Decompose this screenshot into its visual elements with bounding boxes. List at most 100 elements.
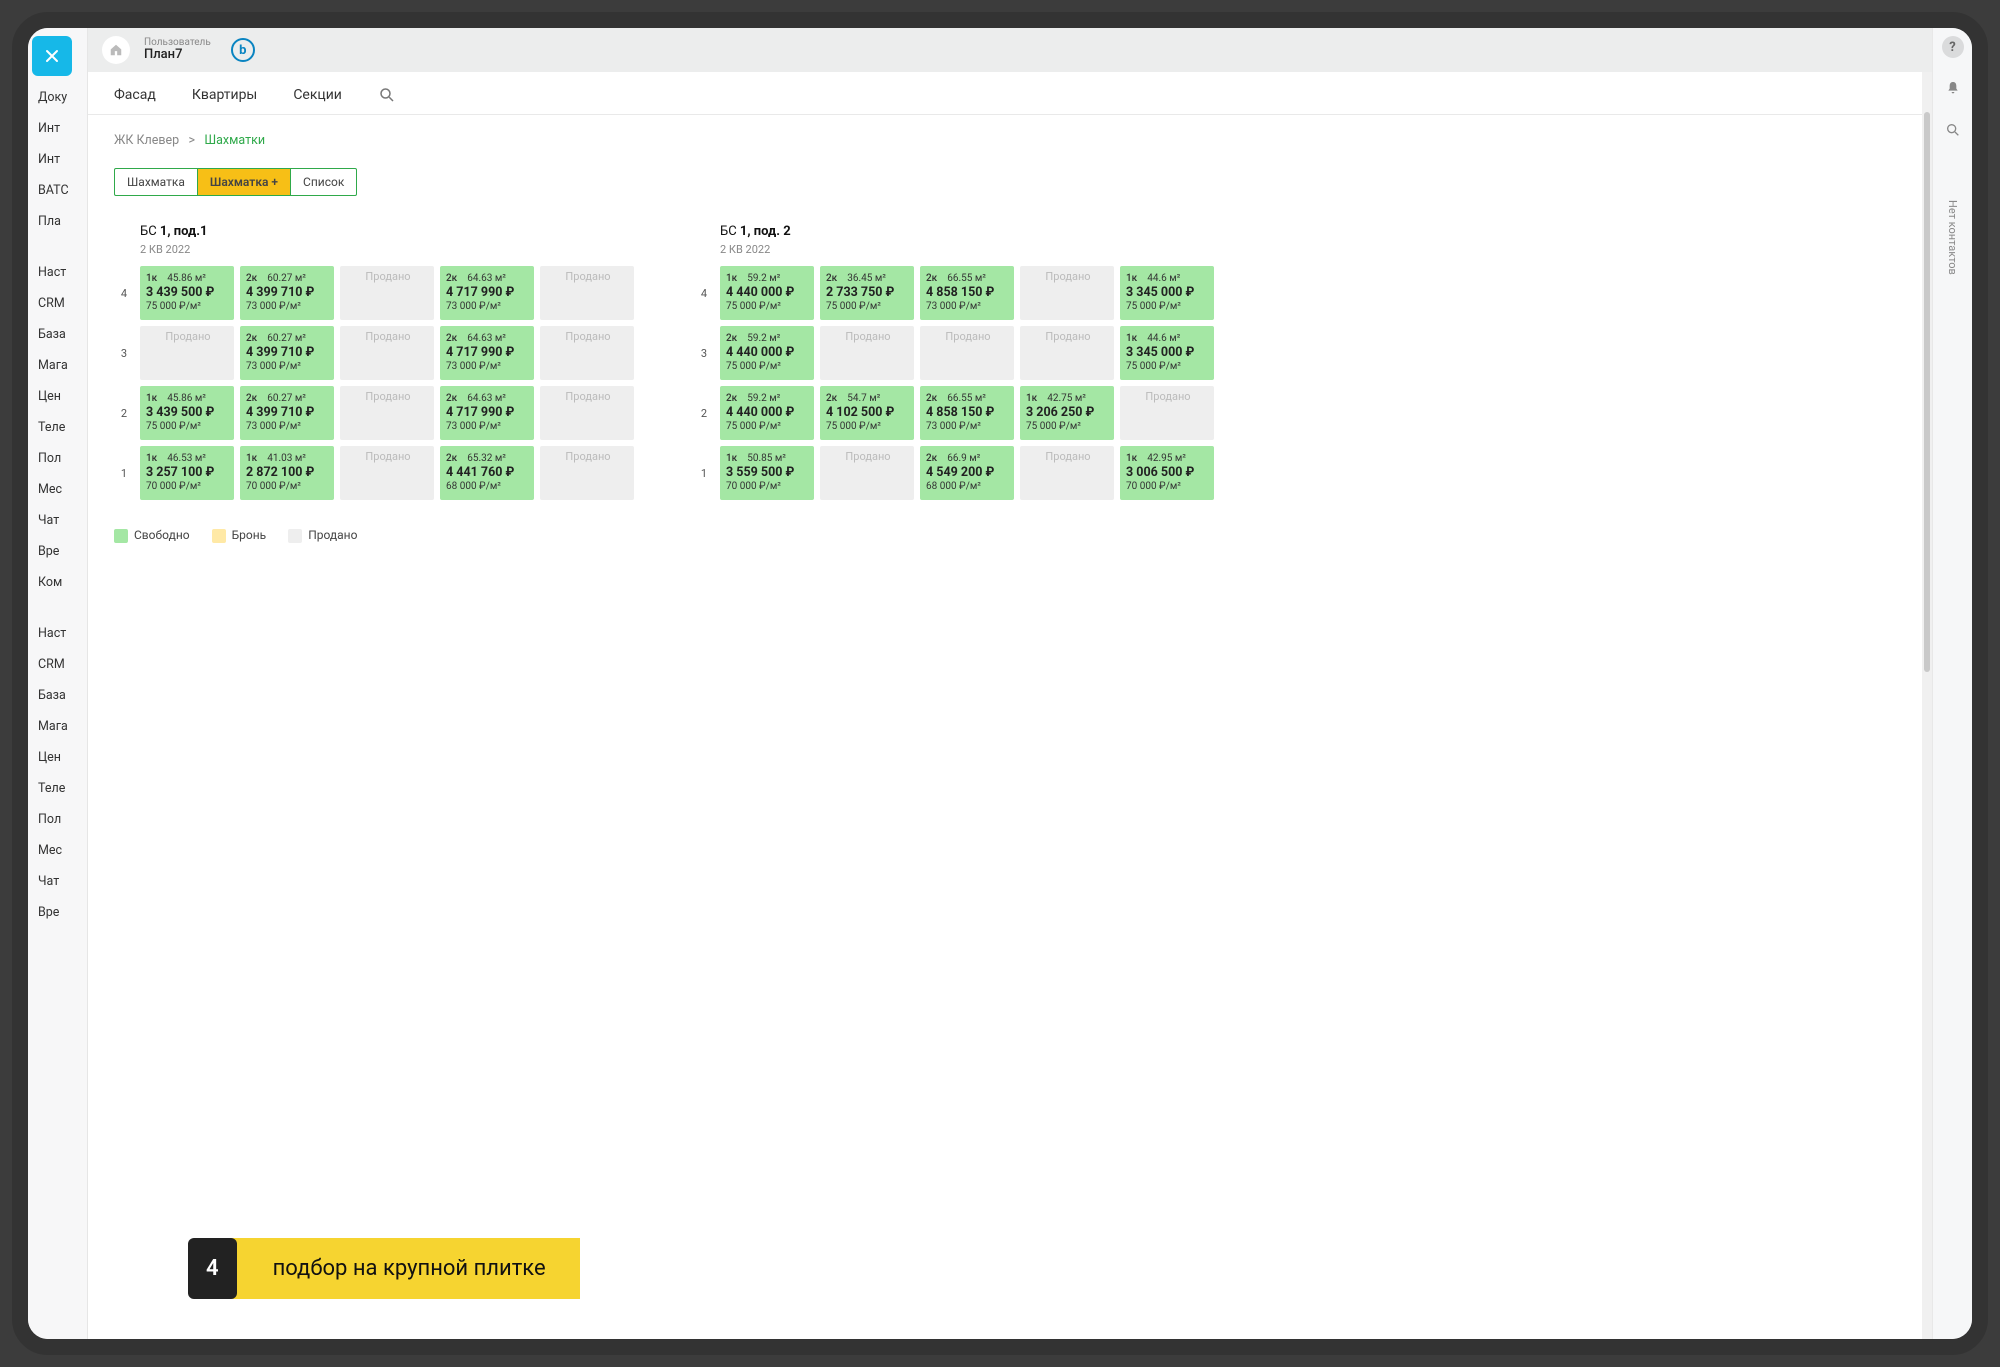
legend-free-swatch <box>114 529 128 543</box>
unit-cell[interactable]: 1к59.2 м²4 440 000 ₽75 000 ₽/м² <box>720 266 814 320</box>
sidebar-item[interactable]: Вре <box>28 536 87 567</box>
unit-cell[interactable]: Продано <box>1120 386 1214 440</box>
unit-cell[interactable]: Продано <box>540 386 634 440</box>
help-icon[interactable]: ? <box>1942 36 1964 58</box>
unit-cell[interactable]: 2к59.2 м²4 440 000 ₽75 000 ₽/м² <box>720 326 814 380</box>
unit-cell[interactable]: 2к36.45 м²2 733 750 ₽75 000 ₽/м² <box>820 266 914 320</box>
unit-cell[interactable]: 2к65.32 м²4 441 760 ₽68 000 ₽/м² <box>440 446 534 500</box>
unit-cell[interactable]: 1к46.53 м²3 257 100 ₽70 000 ₽/м² <box>140 446 234 500</box>
unit-cell[interactable]: 1к44.6 м²3 345 000 ₽75 000 ₽/м² <box>1120 326 1214 380</box>
search-icon[interactable] <box>378 86 396 104</box>
sidebar-item[interactable]: Наст <box>28 618 87 649</box>
sidebar-item[interactable]: Мага <box>28 711 87 742</box>
unit-cell[interactable]: 1к44.6 м²3 345 000 ₽75 000 ₽/м² <box>1120 266 1214 320</box>
sidebar-item[interactable]: Мес <box>28 474 87 505</box>
tab-sections[interactable]: Секции <box>293 87 342 103</box>
sidebar-item[interactable]: Пла <box>28 206 87 237</box>
unit-cell[interactable]: Продано <box>820 326 914 380</box>
sidebar-item[interactable]: Доку <box>28 82 87 113</box>
sidebar-item[interactable]: CRM <box>28 649 87 680</box>
sidebar-item[interactable]: Вре <box>28 897 87 928</box>
unit-cell[interactable]: Продано <box>340 326 434 380</box>
tabs-bar: Фасад Квартиры Секции <box>88 72 1932 115</box>
unit-cell[interactable]: 2к64.63 м²4 717 990 ₽73 000 ₽/м² <box>440 326 534 380</box>
sidebar-item[interactable]: Чат <box>28 866 87 897</box>
sidebar-item[interactable]: Пол <box>28 443 87 474</box>
annotation-text: подбор на крупной плитке <box>231 1238 580 1299</box>
sidebar-item[interactable]: Теле <box>28 412 87 443</box>
unit-cell[interactable]: Продано <box>340 446 434 500</box>
unit-cell[interactable]: Продано <box>920 326 1014 380</box>
sidebar-item[interactable]: CRM <box>28 288 87 319</box>
no-contacts-label: Нет контактов <box>1946 200 1959 275</box>
sidebar-item[interactable]: Мага <box>28 350 87 381</box>
unit-cell[interactable]: 2к66.9 м²4 549 200 ₽68 000 ₽/м² <box>920 446 1014 500</box>
unit-cell[interactable]: Продано <box>340 266 434 320</box>
unit-cell[interactable]: 1к42.75 м²3 206 250 ₽75 000 ₽/м² <box>1020 386 1114 440</box>
unit-cell[interactable]: 2к54.7 м²4 102 500 ₽75 000 ₽/м² <box>820 386 914 440</box>
breadcrumb-root[interactable]: ЖК Клевер <box>114 133 179 148</box>
sidebar-item[interactable]: Наст <box>28 257 87 288</box>
view-mode-option[interactable]: Список <box>290 169 356 195</box>
sidebar-item[interactable]: Цен <box>28 381 87 412</box>
sidebar-item[interactable]: База <box>28 680 87 711</box>
sidebar-item[interactable]: База <box>28 319 87 350</box>
unit-cell[interactable]: 2к66.55 м²4 858 150 ₽73 000 ₽/м² <box>920 266 1014 320</box>
unit-cell[interactable]: Продано <box>820 446 914 500</box>
unit-cell[interactable]: Продано <box>540 446 634 500</box>
unit-cell[interactable]: 2к60.27 м²4 399 710 ₽73 000 ₽/м² <box>240 326 334 380</box>
home-icon[interactable] <box>102 36 130 64</box>
sidebar-item[interactable]: Цен <box>28 742 87 773</box>
sidebar: ДокуИнтИнтBATCПлаНастCRMБазаМагаЦенТелеП… <box>28 28 88 1339</box>
annotation-number: 4 <box>188 1238 237 1299</box>
sidebar-item[interactable]: BATC <box>28 175 87 206</box>
unit-cell[interactable]: 1к45.86 м²3 439 500 ₽75 000 ₽/м² <box>140 266 234 320</box>
close-button[interactable] <box>32 36 72 76</box>
breadcrumb: ЖК Клевер > Шахматки <box>88 115 1932 154</box>
annotation-callout: 4 подбор на крупной плитке <box>188 1238 580 1299</box>
sidebar-item[interactable]: Инт <box>28 113 87 144</box>
legend-reserved-swatch <box>212 529 226 543</box>
floor-label: 3 <box>694 326 714 380</box>
scrollbar[interactable] <box>1922 72 1932 1339</box>
view-mode-option[interactable]: Шахматка <box>115 169 197 195</box>
unit-cell[interactable]: 1к50.85 м²3 559 500 ₽70 000 ₽/м² <box>720 446 814 500</box>
topbar-plan: План7 <box>144 48 211 62</box>
unit-cell[interactable]: 2к59.2 м²4 440 000 ₽75 000 ₽/м² <box>720 386 814 440</box>
unit-cell[interactable]: Продано <box>1020 266 1114 320</box>
board-title: БС 1, под.1 <box>140 224 634 239</box>
unit-cell[interactable]: 1к42.95 м²3 006 500 ₽70 000 ₽/м² <box>1120 446 1214 500</box>
sidebar-item[interactable]: Пол <box>28 804 87 835</box>
unit-cell[interactable]: Продано <box>140 326 234 380</box>
floor-label: 1 <box>694 446 714 500</box>
floor-label: 3 <box>114 326 134 380</box>
bell-icon[interactable] <box>1941 76 1965 100</box>
legend: Свободно Бронь Продано <box>88 510 1932 561</box>
content: Фасад Квартиры Секции ЖК Клевер > Шахмат… <box>88 72 1932 1339</box>
unit-cell[interactable]: Продано <box>1020 326 1114 380</box>
unit-cell[interactable]: 1к45.86 м²3 439 500 ₽75 000 ₽/м² <box>140 386 234 440</box>
sidebar-item[interactable]: Инт <box>28 144 87 175</box>
unit-cell[interactable]: 2к66.55 м²4 858 150 ₽73 000 ₽/м² <box>920 386 1014 440</box>
unit-cell[interactable]: 2к60.27 м²4 399 710 ₽73 000 ₽/м² <box>240 386 334 440</box>
tab-facade[interactable]: Фасад <box>114 87 156 103</box>
sidebar-item[interactable]: Теле <box>28 773 87 804</box>
sidebar-item[interactable]: Мес <box>28 835 87 866</box>
unit-cell[interactable]: 1к41.03 м²2 872 100 ₽70 000 ₽/м² <box>240 446 334 500</box>
floor-label: 2 <box>114 386 134 440</box>
unit-cell[interactable]: 2к64.63 м²4 717 990 ₽73 000 ₽/м² <box>440 266 534 320</box>
floor-label: 2 <box>694 386 714 440</box>
sidebar-item[interactable]: Чат <box>28 505 87 536</box>
unit-cell[interactable]: Продано <box>1020 446 1114 500</box>
search-rail-icon[interactable] <box>1941 118 1965 142</box>
brand-icon[interactable]: b <box>231 38 255 62</box>
view-mode-option[interactable]: Шахматка + <box>197 169 290 195</box>
tab-apartments[interactable]: Квартиры <box>192 87 257 103</box>
unit-cell[interactable]: 2к60.27 м²4 399 710 ₽73 000 ₽/м² <box>240 266 334 320</box>
unit-cell[interactable]: Продано <box>540 266 634 320</box>
unit-cell[interactable]: Продано <box>540 326 634 380</box>
sidebar-item[interactable]: Ком <box>28 567 87 598</box>
unit-cell[interactable]: 2к64.63 м²4 717 990 ₽73 000 ₽/м² <box>440 386 534 440</box>
unit-cell[interactable]: Продано <box>340 386 434 440</box>
board-title: БС 1, под. 2 <box>720 224 1214 239</box>
